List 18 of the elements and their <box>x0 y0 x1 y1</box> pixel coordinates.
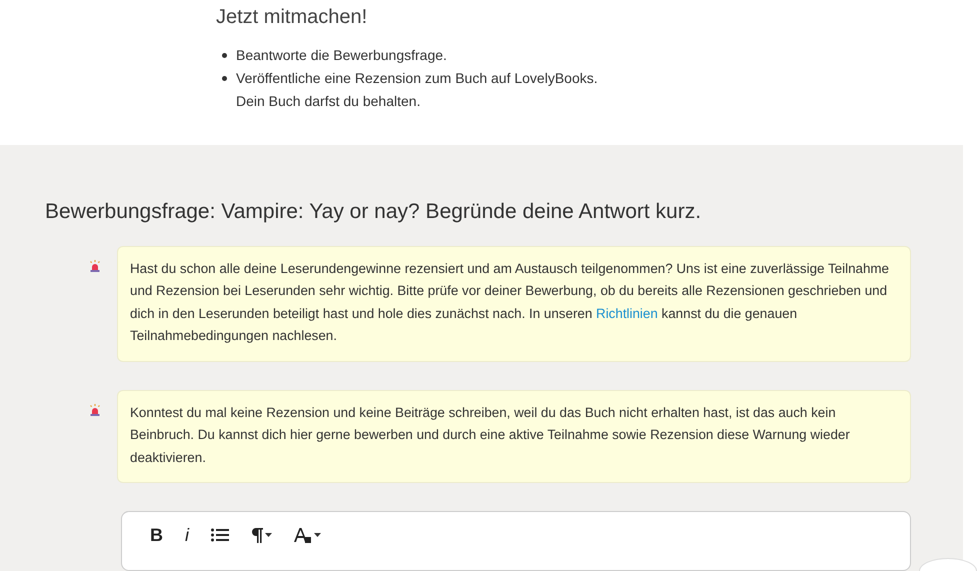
step-item: Beantworte die Bewerbungsfrage. <box>236 46 447 65</box>
bullet-icon <box>222 53 227 58</box>
caret-icon <box>265 533 272 537</box>
bold-button[interactable]: B <box>148 524 165 546</box>
italic-button[interactable]: i <box>183 524 191 546</box>
warning-text: Hast du schon alle deine Leserundengewinne rezensiert und am Austausch teilgenommen? Uns ist eine zuverlässige Teilnahme und Rezension bei Leserunden sehr wichtig. Bitte prüfe vor deiner Bewerbung, ob du bereits alle Rezensionen geschrieben und dich in den Leserunden beteiligt hast und hole dies zunächst nach. In unseren Richtlinien kannst du die genauen Teilnahmebedingungen nachlesen. <box>130 260 890 345</box>
siren-icon <box>89 260 101 272</box>
application-question: Bewerbungsfrage: Vampire: Yay or nay? Begründe deine Antwort kurz. <box>45 198 702 224</box>
text-editor[interactable]: B i <box>121 511 911 571</box>
warning-text: Konntest du mal keine Rezension und keine Beiträge schreiben, weil du das Buch nicht erhalten hast, ist das auch kein Beinbruch. Du kannst dich hier gerne bewerben und durch eine aktive Teilnahme sowie Rezension diese Warnung wieder deaktivieren. <box>130 404 851 466</box>
font-style-icon <box>294 527 312 543</box>
bullet-icon <box>222 76 227 81</box>
pilcrow-icon <box>251 527 263 543</box>
siren-icon <box>89 404 101 416</box>
step-item: Veröffentliche eine Rezension zum Buch auf LovelyBooks. Dein Buch darfst du behalten. <box>236 69 598 111</box>
bulleted-list-icon <box>211 528 229 542</box>
caret-icon <box>314 533 321 537</box>
section-title: Jetzt mitmachen! <box>216 5 368 30</box>
